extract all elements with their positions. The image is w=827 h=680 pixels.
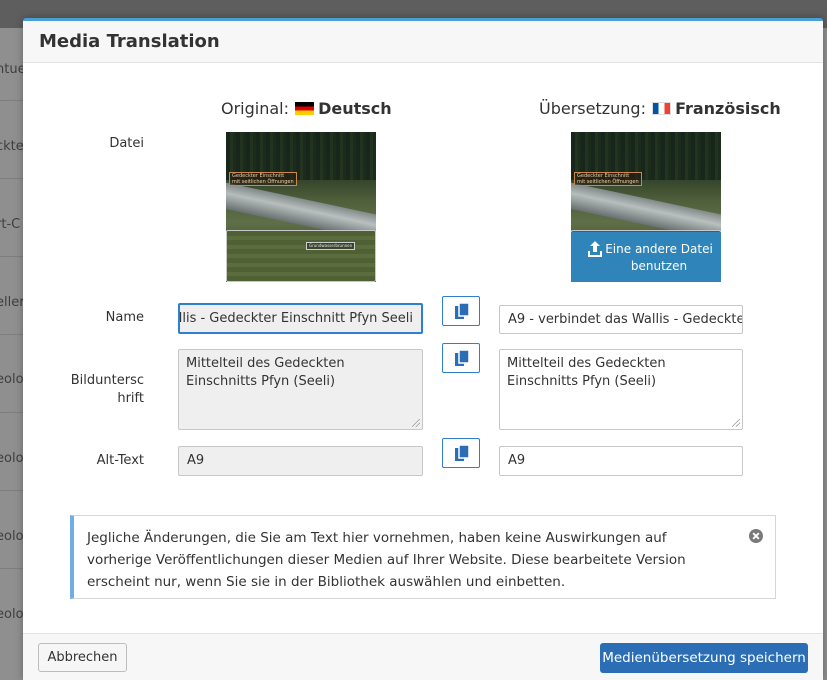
- dialog-footer: Abbrechen Medienübersetzung speichern: [23, 633, 823, 680]
- name-label: Name: [105, 310, 144, 325]
- resize-handle-icon[interactable]: [732, 419, 740, 427]
- original-heading-prefix: Original:: [221, 99, 289, 118]
- image-tag: Gedeckter Einschnitt mit seitlichen Öffn…: [574, 172, 642, 186]
- dialog-title: Media Translation: [39, 31, 220, 52]
- cancel-button[interactable]: Abbrechen: [38, 643, 127, 672]
- background-label: rt-C: [0, 217, 21, 232]
- alt-text-label: Alt-Text: [96, 453, 144, 468]
- copy-icon: [455, 303, 470, 319]
- copy-alt-text-button[interactable]: [442, 438, 480, 468]
- original-name-field[interactable]: Wallis - Gedeckter Einschnitt Pfyn Seeli: [178, 303, 423, 334]
- flag-germany-icon: [295, 102, 315, 115]
- background-label: eolo: [0, 451, 24, 466]
- original-caption-field[interactable]: Mittelteil des Gedeckten Einschnitts Pfy…: [178, 349, 423, 430]
- copy-icon: [455, 350, 470, 366]
- dialog-header: Media Translation: [23, 21, 823, 63]
- original-alt-text-field[interactable]: A9: [178, 446, 423, 476]
- info-notice: Jegliche Änderungen, die Sie am Text hie…: [70, 515, 776, 599]
- copy-icon: [455, 445, 470, 461]
- resize-handle-icon[interactable]: [412, 419, 420, 427]
- translation-caption-field[interactable]: Mittelteil des Gedeckten Einschnitts Pfy…: [499, 349, 743, 430]
- translation-name-field[interactable]: A9 - verbindet das Wallis - Gedeckter: [499, 305, 743, 334]
- notice-text: Jegliche Änderungen, die Sie am Text hie…: [87, 530, 686, 590]
- caption-label: Bilduntersc hrift: [70, 373, 144, 406]
- background-label: eolo: [0, 607, 24, 622]
- image-tag: Gedeckter Einschnitt mit seitlichen Öffn…: [229, 172, 297, 186]
- translation-heading-prefix: Übersetzung:: [539, 99, 646, 118]
- translation-image: Gedeckter Einschnitt mit seitlichen Öffn…: [571, 132, 721, 282]
- copy-name-button[interactable]: [442, 296, 480, 326]
- background-label: eller: [0, 295, 25, 310]
- background-label: eolo: [0, 529, 24, 544]
- background-label: ckte: [0, 139, 24, 154]
- copy-caption-button[interactable]: [442, 343, 480, 373]
- upload-icon: [588, 241, 602, 257]
- file-label: Datei: [109, 136, 144, 151]
- close-notice-icon[interactable]: [749, 529, 763, 543]
- image-tag-small: Grundwasserbrunnen: [306, 242, 356, 250]
- save-translation-button[interactable]: Medienübersetzung speichern: [600, 643, 808, 673]
- original-heading: Original: Deutsch: [221, 99, 392, 118]
- media-translation-dialog: Media Translation Original: Deutsch Über…: [23, 18, 823, 680]
- background-label: ntue: [0, 62, 26, 77]
- original-language: Deutsch: [318, 99, 392, 118]
- background-label: eolo: [0, 372, 24, 387]
- flag-france-icon: [652, 102, 672, 115]
- use-other-file-label: Eine andere Datei benutzen: [605, 242, 713, 273]
- use-other-file-button[interactable]: Eine andere Datei benutzen: [571, 232, 721, 282]
- translation-language: Französisch: [675, 99, 781, 118]
- translation-heading: Übersetzung: Französisch: [539, 99, 781, 118]
- original-image: Gedeckter Einschnitt mit seitlichen Öffn…: [226, 132, 376, 282]
- translation-alt-text-field[interactable]: A9: [499, 446, 743, 476]
